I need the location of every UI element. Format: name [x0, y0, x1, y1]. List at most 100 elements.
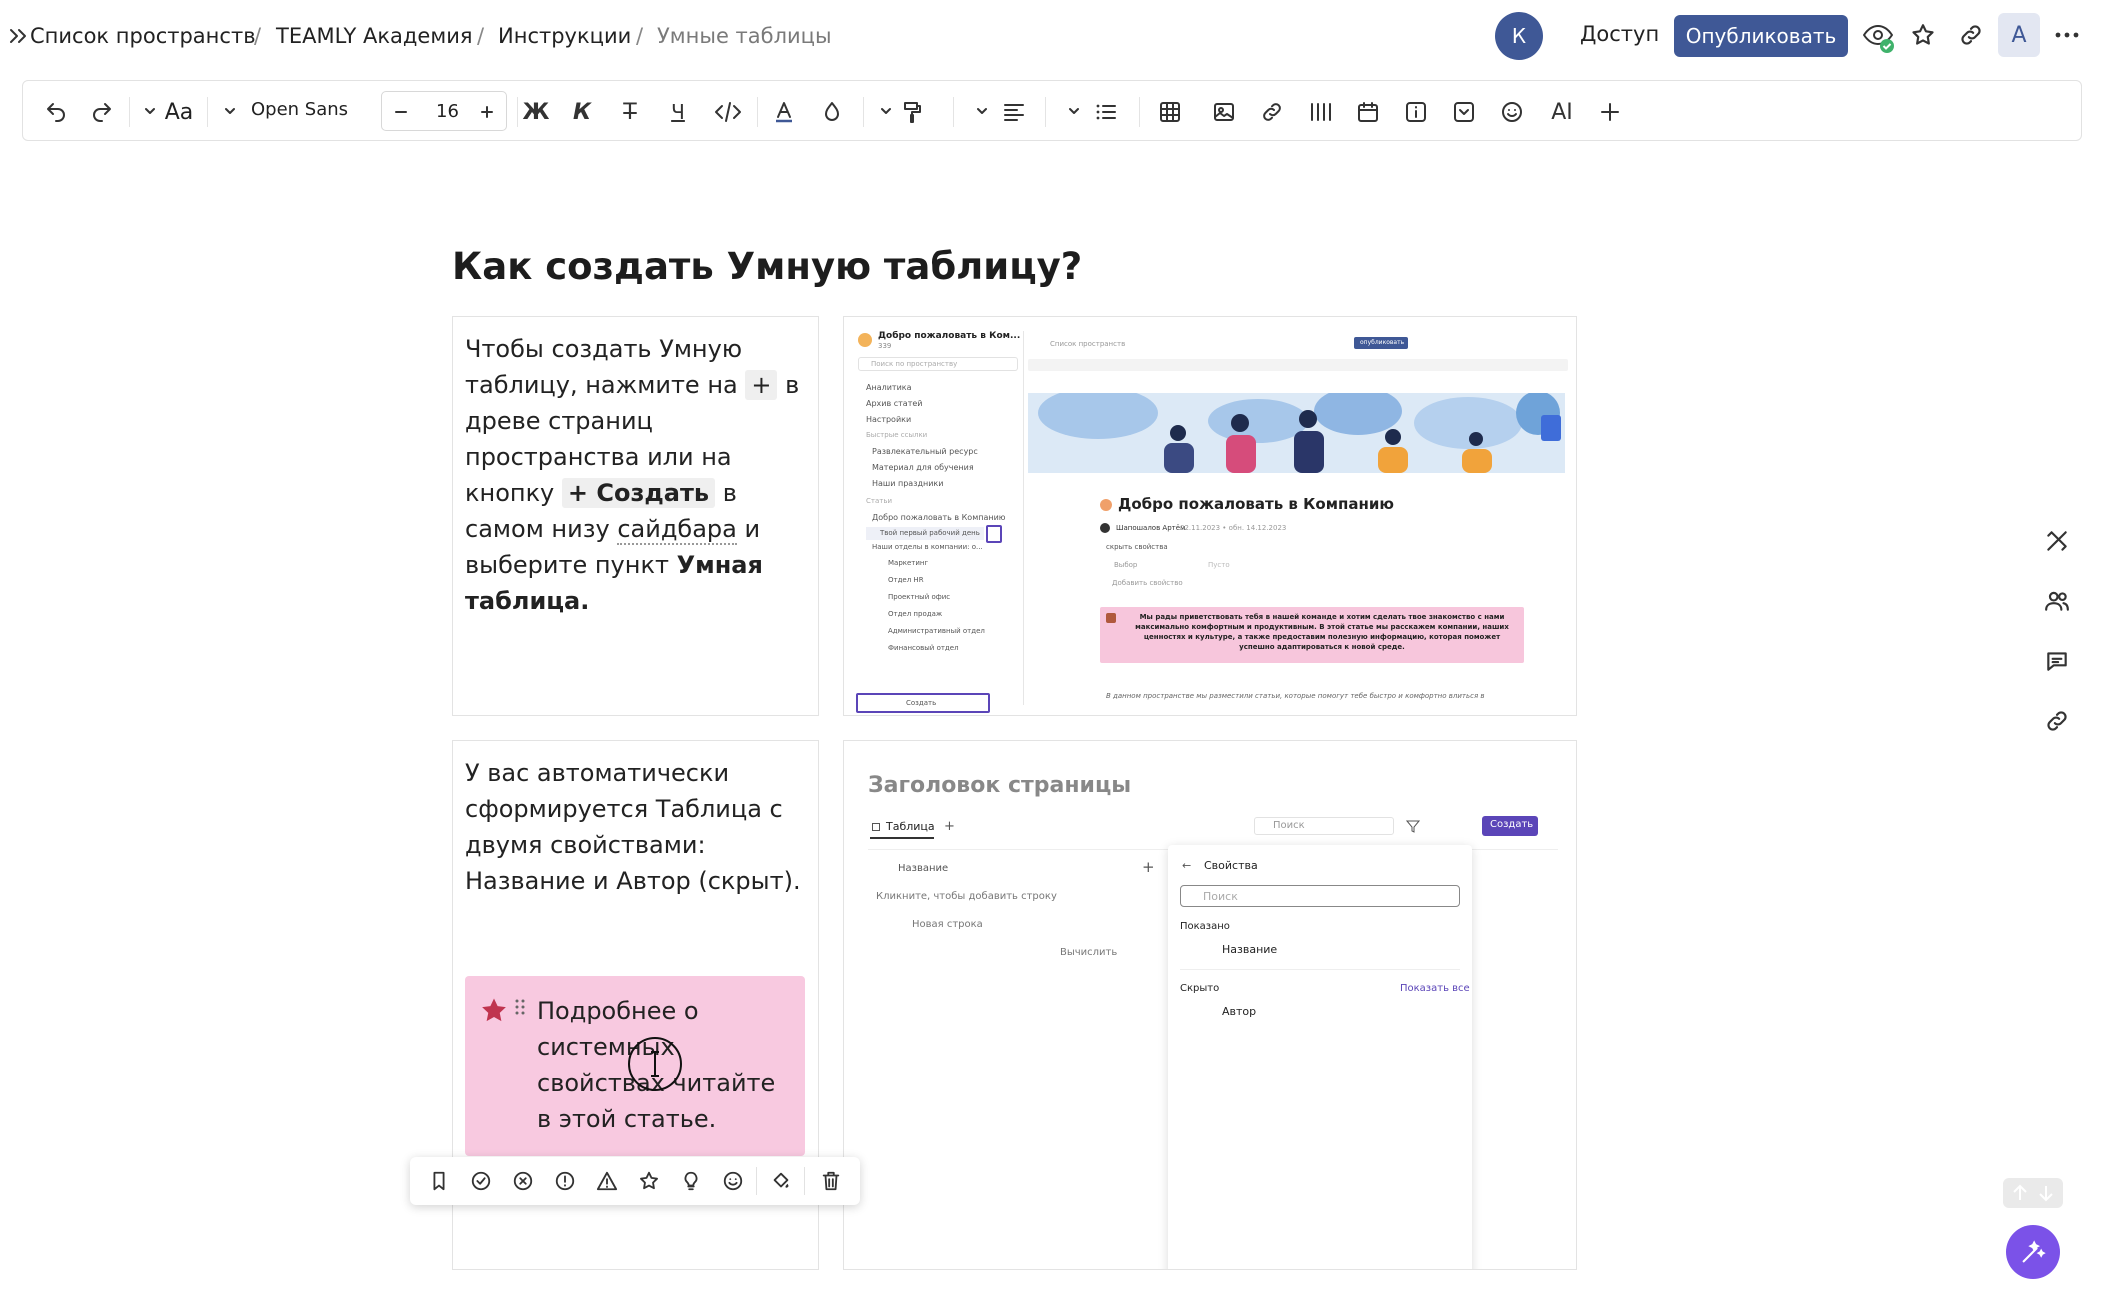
text-style-button[interactable]: Aa [159, 95, 199, 129]
breadcrumb-item-spaces[interactable]: Список пространств [30, 24, 256, 48]
mini-callout-icon [1106, 613, 1116, 623]
trash-icon[interactable] [820, 1170, 842, 1192]
top-header: Список пространств / TEAMLY Академия / И… [0, 0, 2102, 72]
emoji-icon[interactable] [1495, 95, 1529, 129]
chevron-down-icon[interactable] [225, 107, 235, 115]
screenshot-cell-2: Заголовок страницы Таблица + Поиск Созда… [843, 740, 1577, 1270]
mini2-search: Поиск [1254, 817, 1394, 835]
star-icon[interactable] [1910, 22, 1936, 48]
chevron-down-icon[interactable] [977, 107, 987, 115]
font-family-select[interactable]: Open Sans [251, 99, 348, 120]
space-logo-icon [858, 333, 872, 347]
tools-icon[interactable] [2044, 528, 2074, 558]
warning-icon[interactable] [596, 1170, 618, 1192]
calendar-icon[interactable] [1351, 95, 1385, 129]
create-code: + Создать [561, 478, 716, 508]
paint-bucket-icon[interactable] [770, 1170, 792, 1192]
rail-link-icon[interactable] [2044, 708, 2074, 738]
text-cell-1[interactable]: Чтобы создать Умную таблицу, нажмите на … [452, 316, 819, 716]
info-callout[interactable]: Подробнее о системных свойствах читайте … [465, 976, 805, 1156]
mini-dates: 02.11.2023 • обн. 14.12.2023 [1180, 524, 1287, 532]
image-icon[interactable] [1207, 95, 1241, 129]
strikethrough-button[interactable]: Т [613, 95, 647, 129]
check-circle-icon[interactable] [470, 1170, 492, 1192]
users-icon[interactable] [2044, 588, 2074, 618]
mini2-back-icon: ← [1182, 859, 1192, 872]
columns-icon[interactable] [1303, 95, 1337, 129]
chevron-down-icon[interactable] [1069, 107, 1079, 115]
mini2-page-heading: Заголовок страницы [868, 773, 1132, 798]
insert-plus-icon[interactable] [1593, 95, 1627, 129]
info-icon[interactable] [1399, 95, 1433, 129]
drag-handle-icon[interactable] [515, 998, 525, 1016]
highlight-icon[interactable] [815, 95, 849, 129]
text-cursor-icon [627, 1036, 683, 1092]
insert-link-icon[interactable] [1255, 95, 1289, 129]
table-icon[interactable] [1153, 95, 1187, 129]
ai-button[interactable]: AI [1545, 95, 1579, 129]
mini-tree-item: Твой первый рабочий день [880, 529, 980, 537]
user-avatar[interactable]: К [1495, 12, 1543, 60]
mini2-show-all: Показать все [1400, 983, 1470, 994]
bookmark-icon[interactable] [428, 1170, 450, 1192]
mini-create-button: Создать [856, 693, 990, 713]
comments-icon[interactable] [2044, 648, 2074, 678]
mini-department: Отдел продаж [888, 610, 943, 618]
link-icon[interactable] [1958, 22, 1984, 48]
dropdown-block-icon[interactable] [1447, 95, 1481, 129]
watch-icon[interactable] [1860, 20, 1896, 56]
list-icon[interactable] [1089, 95, 1123, 129]
mini2-prop-author: Автор [1222, 1005, 1257, 1018]
mini-department: Проектный офис [888, 593, 951, 601]
mini-publish-label: опубликовать [1360, 339, 1405, 346]
toolbar-divider [863, 97, 864, 127]
x-circle-icon[interactable] [512, 1170, 534, 1192]
undo-icon[interactable] [39, 95, 73, 129]
mini2-props-search-placeholder: Поиск [1203, 890, 1238, 903]
chevron-down-icon[interactable] [881, 107, 891, 115]
mini-top-breadcrumb: Список пространств [1050, 340, 1126, 348]
page-title[interactable]: Как создать Умную таблицу? [452, 245, 1082, 288]
expand-sidebar-icon[interactable] [8, 26, 30, 46]
text-color-icon[interactable] [767, 95, 801, 129]
instruction-paragraph[interactable]: Чтобы создать Умную таблицу, нажмите на … [465, 331, 815, 619]
editor-toolbar: Aa Open Sans 16 Ж К Т Ч AI [22, 80, 2082, 141]
arrow-up-icon[interactable] [2011, 1183, 2029, 1203]
italic-button[interactable]: К [565, 95, 599, 129]
sidebar-term[interactable]: сайдбара [617, 515, 737, 545]
auto-table-paragraph[interactable]: У вас автоматически сформируется Таблица… [465, 755, 815, 899]
breadcrumb-item-instructions[interactable]: Инструкции [498, 24, 631, 48]
mini2-props-search: Поиск [1180, 885, 1460, 907]
chevron-down-icon[interactable] [145, 107, 155, 115]
mini-link: Развлекательный ресурс [872, 447, 978, 456]
mini-create-label: Создать [906, 699, 937, 707]
code-icon[interactable] [711, 95, 745, 129]
mini-space-name: Добро пожаловать в Ком... [878, 331, 1021, 341]
account-avatar[interactable]: A [1998, 13, 2040, 57]
font-size-value[interactable]: 16 [436, 101, 459, 122]
access-button[interactable]: Доступ [1580, 22, 1659, 46]
breadcrumb-item-academy[interactable]: TEAMLY Академия [276, 24, 472, 48]
star-outline-icon[interactable] [638, 1170, 660, 1192]
more-icon[interactable] [2054, 30, 2080, 40]
plus-icon[interactable] [470, 95, 504, 129]
mini-welcome-text: Мы рады приветствовать тебя в нашей кома… [1135, 613, 1509, 651]
underline-button[interactable]: Ч [661, 95, 695, 129]
ai-assistant-button[interactable] [2006, 1225, 2060, 1279]
mini2-properties-panel: ← Свойства Поиск Показано Название Скрыт… [1168, 845, 1472, 1269]
bold-button[interactable]: Ж [519, 95, 553, 129]
lightbulb-icon[interactable] [680, 1170, 702, 1192]
format-painter-icon[interactable] [895, 95, 929, 129]
redo-icon[interactable] [85, 95, 119, 129]
exclamation-circle-icon[interactable] [554, 1170, 576, 1192]
mini-author-avatar [1100, 523, 1110, 533]
mini2-compute: Вычислить [1060, 947, 1118, 958]
align-icon[interactable] [997, 95, 1031, 129]
arrow-down-icon[interactable] [2037, 1183, 2055, 1203]
mini2-create-button: Создать [1482, 816, 1538, 836]
mini2-prop-name: Название [1222, 943, 1278, 956]
smile-icon[interactable] [722, 1170, 744, 1192]
publish-button[interactable]: Опубликовать [1674, 15, 1848, 57]
minus-icon[interactable] [384, 95, 418, 129]
mini-department: Маркетинг [888, 559, 929, 567]
